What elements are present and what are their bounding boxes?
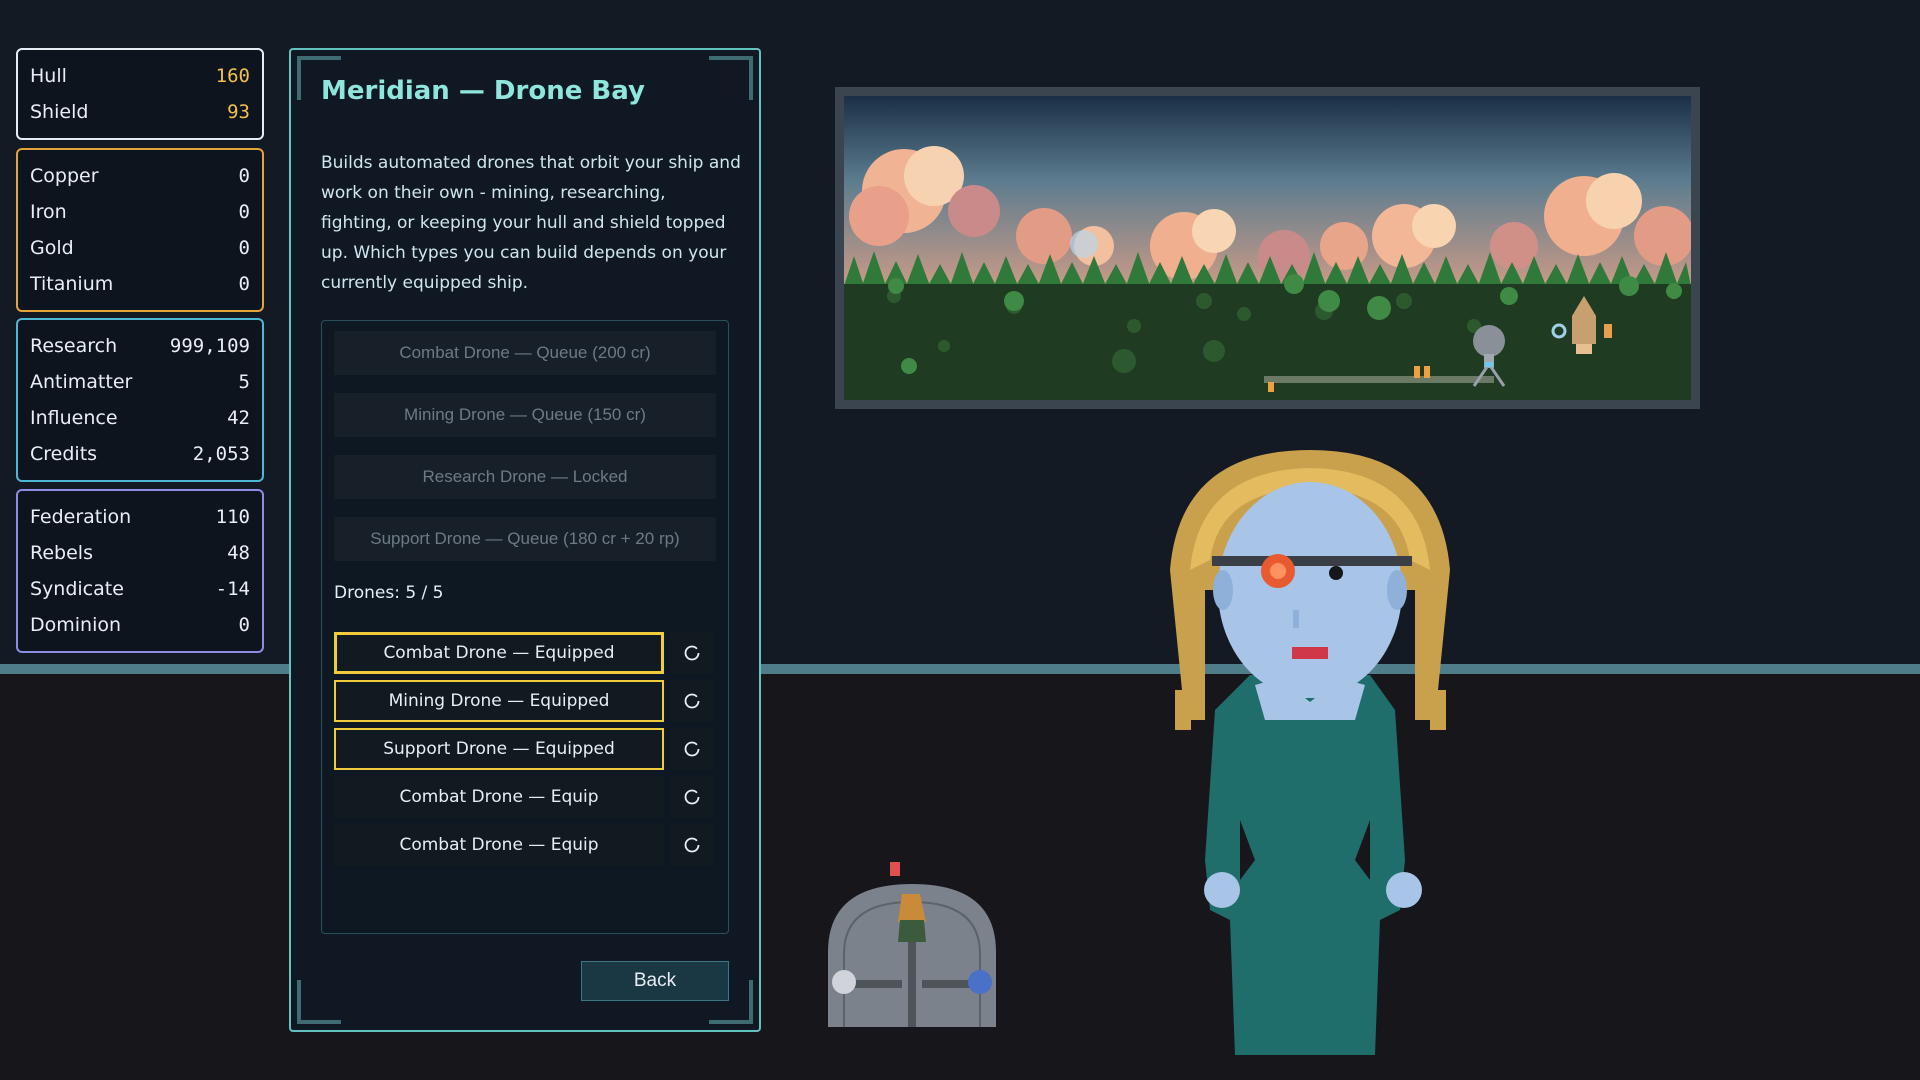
factions-panel: Federation 110 Rebels 48 Syndicate -14 Domi… — [16, 489, 264, 653]
stat-syndicate: Syndicate -14 — [30, 571, 250, 607]
drone-slot-2[interactable]: Mining Drone — Equipped — [334, 680, 664, 722]
stat-value: -14 — [215, 578, 250, 600]
cycle-icon — [684, 789, 700, 805]
character-dress — [1205, 675, 1405, 1055]
stat-value: 42 — [227, 407, 250, 429]
stat-hull: Hull 160 — [30, 58, 250, 94]
stat-value: 160 — [215, 65, 250, 87]
stat-influence: Influence 42 — [30, 400, 250, 436]
stat-value: 48 — [227, 542, 250, 564]
eyepatch-strap — [1212, 556, 1412, 566]
drones-count: Drones: 5 / 5 — [334, 583, 444, 603]
stat-label: Shield — [30, 101, 89, 123]
resources-panel: Research 999,109 Antimatter 5 Influence 42 … — [16, 318, 264, 482]
cycle-icon — [684, 741, 700, 757]
stat-credits: Credits 2,053 — [30, 436, 250, 472]
cycle-drone-4-button[interactable] — [670, 776, 714, 818]
stat-gold: Gold 0 — [30, 230, 250, 266]
road — [1264, 376, 1494, 383]
npc-character — [1170, 450, 1450, 1055]
back-button[interactable]: Back — [581, 961, 729, 1001]
stat-dominion: Dominion 0 — [30, 607, 250, 643]
stat-value: 110 — [215, 506, 250, 528]
stat-federation: Federation 110 — [30, 499, 250, 535]
stat-label: Research — [30, 335, 118, 357]
stat-titanium: Titanium 0 — [30, 266, 250, 302]
wall-rail — [0, 664, 1920, 674]
stat-label: Influence — [30, 407, 118, 429]
stat-copper: Copper 0 — [30, 158, 250, 194]
cycle-drone-1-button[interactable] — [670, 632, 714, 674]
marker — [1268, 382, 1274, 392]
stat-label: Iron — [30, 201, 67, 223]
left-hand — [1204, 872, 1240, 908]
right-engine — [968, 970, 992, 994]
right-hand — [1386, 872, 1422, 908]
panel-corner — [297, 980, 341, 1024]
stat-value: 93 — [227, 101, 250, 123]
marker — [1424, 366, 1430, 378]
stat-value: 5 — [238, 371, 250, 393]
stat-value: 0 — [238, 165, 250, 187]
drone-slot-4[interactable]: Combat Drone — Equip — [334, 776, 664, 818]
drone-list-box: Combat Drone — Queue (200 cr) Mining Dro… — [321, 320, 729, 934]
panel-title: Meridian — Drone Bay — [321, 76, 645, 106]
stat-value: 0 — [238, 237, 250, 259]
stat-label: Rebels — [30, 542, 93, 564]
stat-rebels: Rebels 48 — [30, 535, 250, 571]
drone-slot-3[interactable]: Support Drone — Equipped — [334, 728, 664, 770]
stat-antimatter: Antimatter 5 — [30, 364, 250, 400]
queue-mining-drone-button[interactable]: Mining Drone — Queue (150 cr) — [334, 393, 716, 437]
metals-panel: Copper 0 Iron 0 Gold 0 Titanium 0 — [16, 148, 264, 312]
stat-value: 0 — [238, 614, 250, 636]
stat-label: Hull — [30, 65, 67, 87]
research-drone-locked-button[interactable]: Research Drone — Locked — [334, 455, 716, 499]
cycle-icon — [684, 693, 700, 709]
antenna-light — [890, 862, 900, 876]
stat-label: Titanium — [30, 273, 114, 295]
cycle-icon — [684, 645, 700, 661]
drone-bay-panel: Meridian — Drone Bay Builds automated dr… — [289, 48, 761, 1032]
cycle-drone-5-button[interactable] — [670, 824, 714, 866]
stat-label: Syndicate — [30, 578, 124, 600]
stat-shield: Shield 93 — [30, 94, 250, 130]
player-ship — [828, 862, 996, 1027]
stat-value: 999,109 — [169, 335, 250, 357]
queue-combat-drone-button[interactable]: Combat Drone — Queue (200 cr) — [334, 331, 716, 375]
panel-description: Builds automated drones that orbit your … — [321, 153, 741, 293]
stat-label: Copper — [30, 165, 99, 187]
drone-slot-1[interactable]: Combat Drone — Equipped — [334, 632, 664, 674]
cycle-drone-2-button[interactable] — [670, 680, 714, 722]
left-engine — [832, 970, 856, 994]
scene-window — [835, 87, 1700, 409]
cycle-drone-3-button[interactable] — [670, 728, 714, 770]
stat-value: 0 — [238, 201, 250, 223]
moon — [1070, 230, 1098, 258]
landscape-scene — [844, 96, 1691, 400]
stat-label: Federation — [30, 506, 132, 528]
stat-value: 0 — [238, 273, 250, 295]
drone-slot-5[interactable]: Combat Drone — Equip — [334, 824, 664, 866]
queue-support-drone-button[interactable]: Support Drone — Queue (180 cr + 20 rp) — [334, 517, 716, 561]
stat-iron: Iron 0 — [30, 194, 250, 230]
eye — [1329, 566, 1343, 580]
stat-label: Dominion — [30, 614, 122, 636]
stat-label: Antimatter — [30, 371, 133, 393]
cycle-icon — [684, 837, 700, 853]
stat-research: Research 999,109 — [30, 328, 250, 364]
stat-label: Credits — [30, 443, 98, 465]
stat-value: 2,053 — [192, 443, 250, 465]
nose — [1293, 610, 1299, 628]
mouth — [1292, 647, 1328, 659]
stat-label: Gold — [30, 237, 74, 259]
hull-shield-panel: Hull 160 Shield 93 — [16, 48, 264, 140]
panel-corner — [709, 56, 753, 100]
marker — [1414, 366, 1420, 378]
